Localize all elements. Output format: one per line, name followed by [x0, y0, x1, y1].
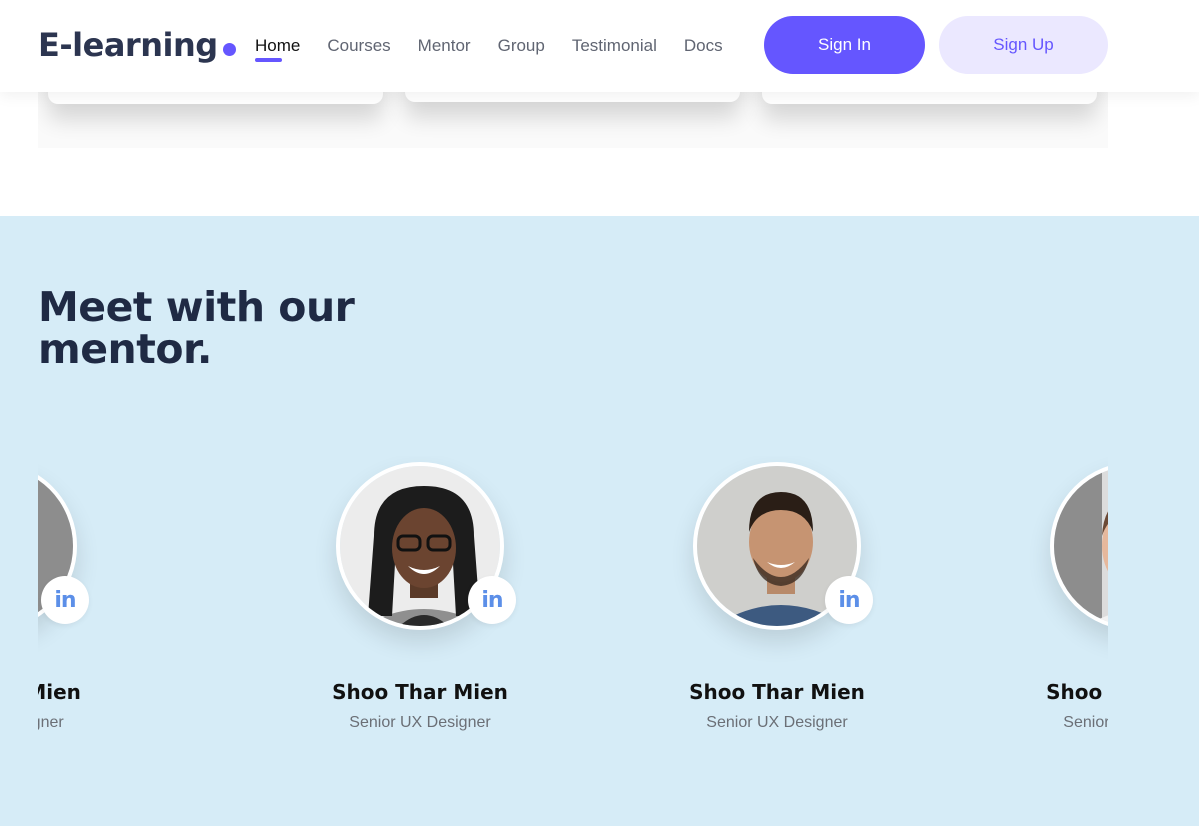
- linkedin-icon[interactable]: in: [825, 576, 873, 624]
- course-cards-strip: [38, 92, 1108, 148]
- mentor-role: Senior UX Designer: [706, 714, 848, 731]
- mentor-card[interactable]: in Shoo Thar Mien Senior UX Designer: [984, 456, 1108, 756]
- logo[interactable]: E-learning: [38, 26, 236, 64]
- linkedin-icon[interactable]: in: [468, 576, 516, 624]
- nav-item-courses[interactable]: Courses: [327, 36, 390, 56]
- nav-label: Mentor: [417, 36, 471, 55]
- mentor-role: Senior UX Designer: [38, 714, 64, 731]
- mentor-card[interactable]: in Shoo Thar Mien Senior UX Designer: [38, 456, 143, 756]
- section-title: Meet with our mentor.: [38, 283, 355, 373]
- mentor-carousel[interactable]: in Shoo Thar Mien Senior UX Designer: [38, 456, 1108, 756]
- nav-label: Courses: [327, 36, 391, 55]
- mentor-avatar: [1050, 462, 1108, 630]
- logo-text: E-learning: [38, 26, 218, 64]
- main-nav: Home Courses Mentor Group Testimonial Do…: [255, 36, 723, 62]
- sign-up-button[interactable]: Sign Up: [939, 16, 1108, 74]
- nav-label: Group: [497, 36, 545, 55]
- page: E-learning Home Courses Mentor Group Tes…: [0, 0, 1199, 826]
- mentor-section: Meet with our mentor. in ien ner in Shoo…: [0, 216, 1199, 826]
- mentor-card[interactable]: in Shoo Thar Mien Senior UX Designer: [627, 456, 927, 756]
- sign-in-button[interactable]: Sign In: [764, 16, 925, 74]
- nav-item-group[interactable]: Group: [498, 36, 545, 56]
- nav-item-testimonial[interactable]: Testimonial: [572, 36, 657, 56]
- mentor-role: Senior UX Designer: [1063, 714, 1108, 731]
- nav-item-docs[interactable]: Docs: [684, 36, 723, 56]
- nav-label: Docs: [683, 36, 723, 55]
- mentor-name: Shoo Thar Mien: [38, 680, 81, 704]
- mentor-name: Shoo Thar Mien: [689, 680, 865, 704]
- site-header: E-learning Home Courses Mentor Group Tes…: [0, 0, 1199, 92]
- mentor-card[interactable]: in Shoo Thar Mien Senior UX Designer: [270, 456, 570, 756]
- logo-dot: [222, 43, 236, 56]
- mentor-name: Shoo Thar Mien: [1046, 680, 1108, 704]
- active-underline: [255, 58, 282, 62]
- nav-label: Testimonial: [571, 36, 657, 55]
- mentor-role: Senior UX Designer: [349, 714, 491, 731]
- nav-item-home[interactable]: Home: [255, 36, 301, 62]
- course-card[interactable]: [405, 92, 740, 102]
- nav-item-mentor[interactable]: Mentor: [418, 36, 471, 56]
- mentor-name: Shoo Thar Mien: [332, 680, 508, 704]
- nav-label: Home: [255, 36, 301, 55]
- course-card[interactable]: [48, 92, 383, 104]
- linkedin-icon[interactable]: in: [41, 576, 89, 624]
- course-card[interactable]: [762, 92, 1097, 104]
